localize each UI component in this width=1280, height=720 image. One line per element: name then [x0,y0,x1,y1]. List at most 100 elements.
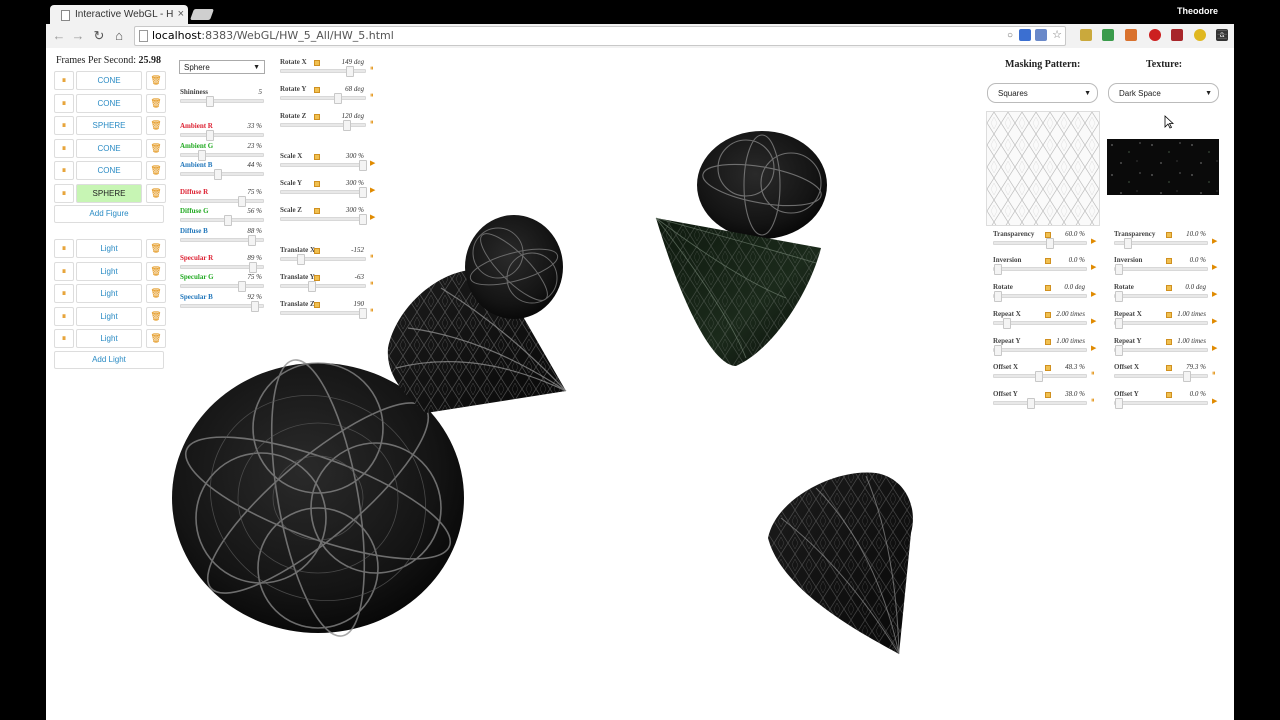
play-icon[interactable]: ▶ [1212,263,1217,271]
light-select-button[interactable]: Light [76,261,142,281]
slider-track[interactable] [1114,398,1208,409]
lock-icon[interactable] [1166,339,1172,345]
texture-select[interactable]: Dark Space ▼ [1108,83,1219,103]
slider-track[interactable] [993,371,1087,382]
slider-thumb[interactable] [249,262,257,273]
pause-icon[interactable]: ⏸ [54,116,74,135]
extension-icon[interactable] [1194,29,1206,41]
slider-thumb[interactable] [359,160,367,171]
slider-track[interactable] [1114,238,1208,249]
add-light-button[interactable]: Add Light [54,351,164,369]
trash-icon[interactable]: 🗑 [146,116,166,135]
figure-select-button[interactable]: SPHERE [76,183,142,203]
extension-icon[interactable] [1149,29,1161,41]
play-icon[interactable]: ▶ [1091,237,1096,245]
slider-thumb[interactable] [238,281,246,292]
browser-tab[interactable]: Interactive WebGL - Home × [50,5,188,24]
extension-icon[interactable] [1171,29,1183,41]
slider-thumb[interactable] [1115,398,1123,409]
play-icon[interactable]: ▶ [1212,344,1217,352]
trash-icon[interactable]: 🗑 [146,93,166,113]
pause-icon[interactable]: ⏸ [54,239,74,258]
slider-track[interactable] [180,150,264,161]
light-select-button[interactable]: Light [76,306,142,326]
play-icon[interactable]: ▶ [370,186,375,194]
play-icon[interactable]: ▶ [1212,317,1217,325]
pause-icon[interactable]: ⏸ [1212,370,1216,378]
slider-track[interactable] [280,214,367,225]
lock-icon[interactable] [314,208,320,214]
pause-icon[interactable]: ⏸ [370,119,374,127]
lock-icon[interactable] [1045,339,1051,345]
figure-select-button[interactable]: CONE [76,138,142,158]
profile-name[interactable]: Theodore [1177,6,1218,16]
slider-track[interactable] [180,235,264,246]
pause-icon[interactable]: ⏸ [54,306,74,326]
lock-icon[interactable] [314,181,320,187]
pause-icon[interactable]: ⏸ [54,284,74,303]
play-icon[interactable]: ▶ [1212,290,1217,298]
trash-icon[interactable]: 🗑 [146,306,166,326]
slider-thumb[interactable] [1183,371,1191,382]
add-figure-button[interactable]: Add Figure [54,205,164,223]
slider-thumb[interactable] [359,187,367,198]
address-bar[interactable]: localhost:8383/WebGL/HW_5_All/HW_5.html … [134,26,1066,46]
pause-icon[interactable]: ⏸ [54,71,74,90]
lock-icon[interactable] [1045,285,1051,291]
slider-thumb[interactable] [346,66,354,77]
lock-icon[interactable] [1166,285,1172,291]
slider-thumb[interactable] [359,308,367,319]
reload-icon[interactable]: ↻ [91,28,107,44]
play-icon[interactable]: ▶ [370,159,375,167]
play-icon[interactable]: ▶ [1212,397,1217,405]
lock-icon[interactable] [1166,312,1172,318]
slider-track[interactable] [1114,318,1208,329]
light-select-button[interactable]: Light [76,239,142,258]
slider-track[interactable] [280,281,366,292]
slider-track[interactable] [180,96,264,107]
slider-track[interactable] [993,291,1087,302]
pause-icon[interactable]: ⏸ [1091,397,1095,405]
pause-icon[interactable]: ⏸ [370,65,374,73]
slider-thumb[interactable] [994,291,1002,302]
slider-thumb[interactable] [994,345,1002,356]
slider-thumb[interactable] [308,281,316,292]
pause-icon[interactable]: ⏸ [54,93,74,113]
slider-thumb[interactable] [1115,264,1123,275]
slider-track[interactable] [1114,264,1208,275]
slider-track[interactable] [180,130,264,141]
trash-icon[interactable]: 🗑 [146,284,166,303]
trash-icon[interactable]: 🗑 [146,261,166,281]
lock-icon[interactable] [1166,258,1172,264]
play-icon[interactable]: ▶ [1091,317,1096,325]
slider-thumb[interactable] [251,301,259,312]
forward-icon[interactable]: → [70,28,86,44]
slider-track[interactable] [180,281,264,292]
search-icon[interactable]: ○ [1007,30,1013,41]
slider-thumb[interactable] [1124,238,1132,249]
pause-icon[interactable]: ⏸ [370,280,374,288]
slider-thumb[interactable] [343,120,351,131]
trash-icon[interactable]: 🗑 [146,138,166,158]
slider-thumb[interactable] [206,130,214,141]
trash-icon[interactable]: 🗑 [146,161,166,180]
lock-icon[interactable] [314,60,320,66]
slider-track[interactable] [993,398,1087,409]
lock-icon[interactable] [1045,392,1051,398]
slider-track[interactable] [280,120,366,131]
slider-track[interactable] [993,345,1087,356]
lock-icon[interactable] [1166,365,1172,371]
pause-icon[interactable]: ⏸ [370,92,374,100]
extension-icon[interactable] [1125,29,1137,41]
slider-track[interactable] [993,238,1087,249]
slider-thumb[interactable] [198,150,206,161]
slider-thumb[interactable] [1003,318,1011,329]
menu-icon[interactable]: ☰ [1216,27,1228,43]
lock-icon[interactable] [1166,392,1172,398]
slider-track[interactable] [1114,291,1208,302]
light-select-button[interactable]: Light [76,329,142,348]
slider-thumb[interactable] [359,214,367,225]
back-icon[interactable]: ← [51,28,67,44]
extension-icon[interactable] [1019,29,1031,41]
shape-select[interactable]: Sphere ▼ [179,60,265,74]
